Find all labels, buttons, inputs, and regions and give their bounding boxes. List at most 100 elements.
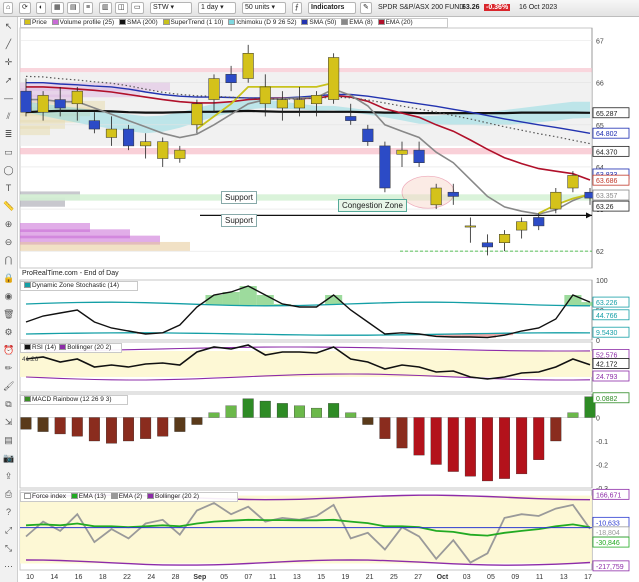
candle-body <box>20 90 32 113</box>
force-badge: -217,759 <box>596 564 624 571</box>
macd-bar <box>225 405 237 418</box>
macd-bar <box>88 417 100 442</box>
x-tick-label: 14 <box>50 574 58 581</box>
price-badge: 64.370 <box>596 149 618 156</box>
candle-body <box>345 116 357 121</box>
x-tick-label: Oct <box>437 574 449 581</box>
x-tick-label: 07 <box>244 574 252 581</box>
macd-bar <box>20 417 32 430</box>
x-tick-label: 10 <box>26 574 34 581</box>
candle-body <box>122 128 135 147</box>
macd-tick-label: -0.1 <box>596 439 608 446</box>
rsi-left-label: 41.26 <box>22 356 39 363</box>
macd-bar <box>362 417 374 425</box>
macd-bar <box>550 417 562 442</box>
force-badge: -18,804 <box>596 530 620 537</box>
stoch-overbought-fill <box>256 295 274 306</box>
candle-body <box>276 99 288 109</box>
rsi-badge-2: 42.172 <box>596 362 618 369</box>
macd-bar <box>71 417 83 437</box>
legend-ema8: EMA (8) <box>349 19 373 26</box>
legend-price: Price <box>32 19 47 26</box>
footer-label: ProRealTime.com - End of Day <box>22 270 119 277</box>
macd-bar <box>276 403 288 418</box>
legend-ichimoku: Ichimoku (D 9 26 52) <box>236 19 297 26</box>
candle-body <box>413 149 425 163</box>
macd-bar <box>396 417 408 449</box>
x-tick-label: 19 <box>341 574 349 581</box>
macd-bar <box>345 412 357 418</box>
volume-profile-bar <box>20 241 190 251</box>
price-badge: 63.357 <box>596 193 618 200</box>
price-tick-label: 62 <box>596 249 604 256</box>
resistance-band <box>20 68 592 73</box>
candle-body <box>157 141 169 159</box>
mid-band <box>20 148 592 155</box>
macd-legend-text: MACD Rainbow (12 26 9 3) <box>32 396 112 403</box>
price-badge: 63.26 <box>596 204 614 211</box>
macd-bar <box>430 417 442 465</box>
x-tick-label: 24 <box>147 574 155 581</box>
candle-body <box>174 149 186 159</box>
x-tick-label: 11 <box>269 574 276 581</box>
x-tick-label: 18 <box>99 574 107 581</box>
congestion-ellipse <box>401 175 455 209</box>
price-badge: 64.802 <box>596 131 618 138</box>
macd-bar <box>328 403 340 418</box>
support-label-2: Support <box>221 214 258 227</box>
rsi-legend: RSI (14) Bollinger (20 2) <box>20 343 122 353</box>
force-legend-text: Force index <box>32 493 66 500</box>
candle-body <box>105 128 118 138</box>
candle-body <box>567 175 579 189</box>
candle-body <box>379 145 391 189</box>
force-badge: -30,846 <box>596 540 620 547</box>
candle-body <box>54 99 66 109</box>
x-tick-label: 17 <box>584 574 592 581</box>
candle-body <box>140 141 152 147</box>
macd-bar <box>174 417 186 432</box>
congestion-band <box>20 194 592 201</box>
candle-body <box>71 90 83 105</box>
legend-volume-profile: Volume profile (25) <box>59 19 115 26</box>
price-tick-label: 67 <box>596 39 604 46</box>
macd-bar <box>123 417 134 442</box>
macd-legend: MACD Rainbow (12 26 9 3) <box>20 395 128 405</box>
rsi-legend-text: RSI (14) <box>32 344 57 351</box>
x-tick-label: 21 <box>366 574 374 581</box>
macd-bar <box>191 417 203 425</box>
candle-body <box>208 78 220 100</box>
macd-bar <box>242 398 254 418</box>
x-tick-label: 15 <box>317 574 325 581</box>
price-tick-label: 66 <box>596 81 604 88</box>
macd-bar <box>259 400 271 418</box>
macd-bar <box>516 417 528 475</box>
force-legend: Force index EMA (13) EMA (2) Bollinger (… <box>20 492 238 502</box>
candle-body <box>516 221 528 231</box>
macd-bar <box>482 417 493 482</box>
bollinger-legend-text: Bollinger (20 2) <box>67 344 112 351</box>
candle-body <box>37 95 49 113</box>
macd-bar <box>54 417 66 435</box>
macd-bar <box>379 417 391 439</box>
macd-tick-label: 0 <box>596 416 600 423</box>
stoch-badge-3: 9.5430 <box>596 330 618 337</box>
candle-body <box>259 86 271 105</box>
legend-ema20: EMA (20) <box>385 19 413 26</box>
legend-sma50: SMA (50) <box>309 19 337 26</box>
candle-body <box>430 187 442 206</box>
rsi-badge-3: 24.793 <box>596 374 618 381</box>
x-tick-label: 13 <box>560 574 568 581</box>
stoch-legend-text: Dynamic Zone Stochastic (14) <box>32 282 120 289</box>
candle-body <box>242 53 254 79</box>
candle-body <box>310 95 323 105</box>
x-tick-label: 22 <box>123 574 131 581</box>
support-label-1: Support <box>221 191 258 204</box>
macd-bar <box>294 405 305 418</box>
force-ema2-legend: EMA (2) <box>118 493 143 500</box>
x-tick-label: 05 <box>220 574 228 581</box>
macd-bar <box>37 417 49 432</box>
candle-body <box>533 217 545 227</box>
force-badge: 166,671 <box>596 492 621 499</box>
macd-bar <box>311 407 322 418</box>
macd-tick-label: -0.2 <box>596 463 608 470</box>
